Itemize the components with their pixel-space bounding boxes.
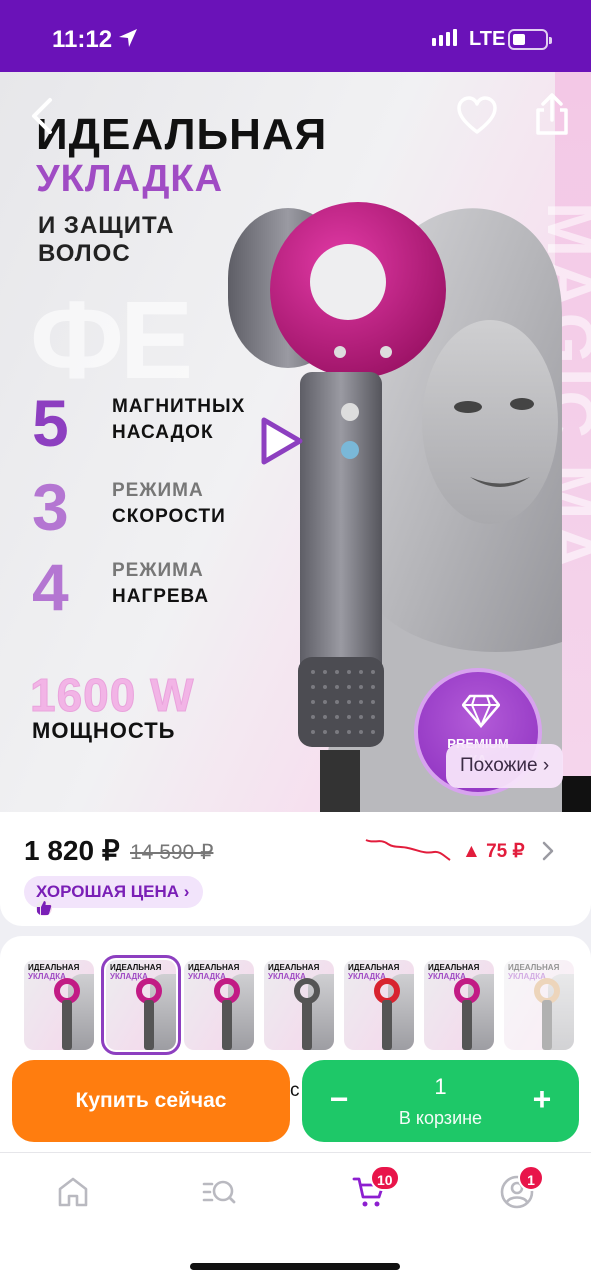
- feature-label-2: НАСАДОК: [112, 422, 214, 443]
- feature-number: 5: [32, 386, 69, 460]
- good-price-badge[interactable]: ХОРОШАЯ ЦЕНА ›: [24, 876, 204, 916]
- in-cart-label[interactable]: В корзине: [382, 1108, 499, 1129]
- thumbnail[interactable]: ИДЕАЛЬНАЯ УКЛАДКА: [424, 960, 494, 1050]
- thumbnail[interactable]: ИДЕАЛЬНАЯ УКЛАДКА: [344, 960, 414, 1050]
- feature-label: РЕЖИМА: [112, 480, 204, 501]
- price-card: 1 820 ₽ 14 590 ₽ ▲ 75 ₽ ХОРОШАЯ ЦЕНА ›: [0, 812, 591, 926]
- current-price: 1 820 ₽: [24, 835, 120, 866]
- similar-button[interactable]: Похожие ›: [446, 744, 564, 788]
- profile-badge: 1: [518, 1165, 544, 1191]
- banner-title-accent: УКЛАДКА: [36, 158, 224, 200]
- banner-subtitle: И ЗАЩИТА: [38, 212, 175, 239]
- home-icon: [58, 1177, 88, 1207]
- thumbnail[interactable]: ИДЕАЛЬНАЯ УКЛАДКА: [264, 960, 334, 1050]
- cart-badge: 10: [370, 1165, 400, 1191]
- feature-label-2: СКОРОСТИ: [112, 506, 226, 527]
- banner-title: ИДЕАЛЬНАЯ: [36, 110, 328, 159]
- banner-background-word: ФЕ: [30, 279, 193, 402]
- battery-icon: [508, 29, 552, 50]
- increase-quantity-button[interactable]: +: [525, 1080, 559, 1120]
- status-bar: 11:12 LTE: [0, 0, 591, 72]
- thumbnail[interactable]: ИДЕАЛЬНАЯ УКЛАДКА: [184, 960, 254, 1050]
- play-icon[interactable]: [258, 416, 304, 466]
- good-price-label: ХОРОШАЯ ЦЕНА ›: [36, 882, 190, 901]
- thumbnail-title: ИДЕАЛЬНАЯ: [28, 963, 80, 972]
- thumbs-up-icon: [36, 900, 52, 916]
- network-type: LTE: [469, 28, 506, 50]
- back-chevron-icon[interactable]: [26, 96, 60, 136]
- product-image-banner[interactable]: ФЕ MAGIC MA ИДЕАЛЬНАЯ УКЛАДКА И ЗАЩИТА В…: [0, 72, 591, 812]
- power-value: 1600 W: [30, 669, 195, 722]
- heart-icon[interactable]: [456, 96, 498, 136]
- feature-number: 4: [32, 550, 69, 624]
- feature-label: РЕЖИМА: [112, 560, 204, 581]
- feature-number: 3: [32, 470, 69, 544]
- thumbnail-title: ИДЕАЛЬНАЯ: [268, 963, 320, 972]
- tab-home[interactable]: [56, 1175, 96, 1215]
- price-history-sparkline[interactable]: [364, 834, 454, 864]
- thumbnail[interactable]: ИДЕАЛЬНАЯ УКЛАДКА: [24, 960, 94, 1050]
- bottom-tab-bar: 10 1: [0, 1152, 591, 1280]
- thumbnail-title: ИДЕАЛЬНАЯ: [110, 963, 162, 972]
- cart-quantity: 1: [434, 1074, 447, 1099]
- location-arrow-icon: [119, 29, 137, 47]
- thumbnail-title: ИДЕАЛЬНАЯ: [348, 963, 400, 972]
- thumbnail-title: ИДЕАЛЬНАЯ: [508, 963, 560, 972]
- buy-now-button[interactable]: Купить сейчас: [12, 1060, 290, 1142]
- thumbnail[interactable]: ИДЕАЛЬНАЯ УКЛАДКА: [504, 960, 574, 1050]
- catalog-search-icon: [202, 1180, 236, 1204]
- decrease-quantity-button[interactable]: −: [322, 1080, 356, 1120]
- thumbnail-selected[interactable]: ИДЕАЛЬНАЯ УКЛАДКА: [101, 955, 181, 1055]
- home-indicator: [190, 1263, 400, 1270]
- old-price: 14 590 ₽: [130, 841, 214, 864]
- feature-label: МАГНИТНЫХ: [112, 396, 246, 417]
- tab-cart[interactable]: 10: [352, 1165, 400, 1215]
- feature-label-2: НАГРЕВА: [112, 586, 210, 607]
- power-label: МОЩНОСТЬ: [32, 718, 176, 743]
- thumbnail-title: ИДЕАЛЬНАЯ: [188, 963, 240, 972]
- banner-subtitle-2: ВОЛОС: [38, 240, 131, 267]
- diamond-icon: [462, 694, 500, 728]
- tab-profile[interactable]: 1: [500, 1165, 544, 1215]
- share-icon[interactable]: [532, 92, 572, 136]
- price-change: ▲ 75 ₽: [462, 841, 525, 862]
- partially-hidden-text: с: [290, 1080, 300, 1101]
- status-time: 11:12: [52, 26, 113, 53]
- chevron-right-icon[interactable]: [540, 840, 556, 862]
- cart-quantity-stepper: − 1 В корзине +: [302, 1060, 579, 1142]
- tab-catalog[interactable]: [202, 1175, 242, 1215]
- thumbnail-title: ИДЕАЛЬНАЯ: [428, 963, 480, 972]
